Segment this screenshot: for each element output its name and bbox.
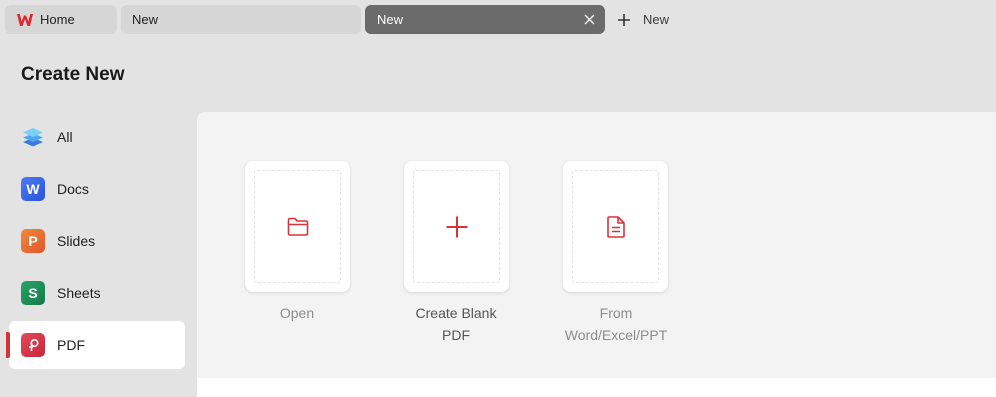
tab-home[interactable]: Home [5, 5, 117, 34]
folder-icon [287, 217, 308, 236]
label-line-1: Create Blank [415, 305, 497, 321]
tab-new-active[interactable]: New [365, 5, 605, 34]
page-title: Create New [21, 64, 125, 85]
label-line-2: PDF [442, 327, 470, 343]
sidebar-item-label: Slides [57, 233, 96, 249]
card-placeholder [572, 170, 659, 283]
plus-icon [446, 216, 467, 237]
open-card[interactable] [245, 161, 350, 292]
wps-logo-icon [17, 13, 33, 26]
bottom-panel [197, 378, 996, 397]
sidebar-item-all[interactable]: All [9, 113, 185, 161]
tab-new-active-label: New [377, 12, 404, 27]
wps-pdf-icon [21, 333, 45, 357]
from-word-excel-ppt-card[interactable] [563, 161, 668, 292]
new-tab-label: New [643, 12, 670, 27]
layers-icon [21, 125, 45, 149]
sidebar-item-label: PDF [57, 337, 85, 353]
sidebar-item-slides[interactable]: P Slides [9, 217, 185, 265]
create-blank-pdf-label: Create Blank PDF [376, 302, 536, 346]
from-word-excel-ppt-label: From Word/Excel/PPT [536, 302, 696, 346]
card-placeholder [413, 170, 500, 283]
sidebar-item-label: Sheets [57, 285, 101, 301]
wps-writer-icon: W [21, 177, 45, 201]
sidebar-item-label: Docs [57, 181, 89, 197]
wps-spreadsheet-icon: S [21, 281, 45, 305]
plus-icon [618, 13, 630, 26]
sidebar-item-docs[interactable]: W Docs [9, 165, 185, 213]
sidebar-item-pdf[interactable]: PDF [9, 321, 185, 369]
new-tab-button[interactable]: New [617, 5, 669, 34]
create-blank-pdf-card[interactable] [404, 161, 509, 292]
label-line-2: Word/Excel/PPT [564, 327, 668, 343]
tab-home-label: Home [40, 12, 75, 27]
label-line-1: From [599, 305, 633, 321]
document-icon [606, 215, 625, 238]
tab-new-label: New [132, 12, 159, 27]
wps-presentation-icon: P [21, 229, 45, 253]
sidebar-item-label: All [57, 129, 73, 145]
active-indicator [6, 332, 10, 358]
open-label: Open [279, 305, 315, 321]
close-tab-icon[interactable] [582, 12, 596, 26]
card-placeholder [254, 170, 341, 283]
sidebar-item-sheets[interactable]: S Sheets [9, 269, 185, 317]
tab-new[interactable]: New [121, 5, 361, 34]
